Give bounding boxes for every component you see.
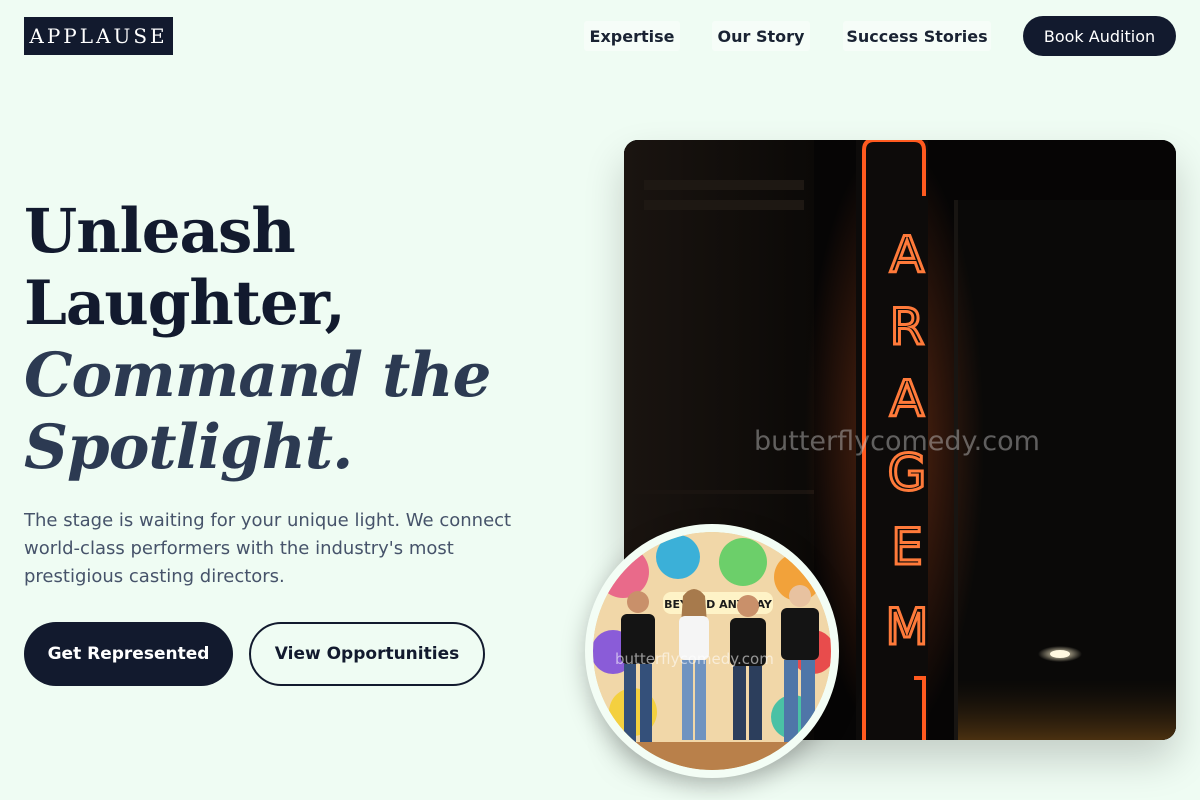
- brand-logo[interactable]: APPLAUSE: [24, 17, 173, 55]
- get-represented-button[interactable]: Get Represented: [24, 622, 233, 686]
- hero-title-line-3: Command the: [24, 340, 491, 411]
- team-photo-circle: BEYOND ANYWAY butterflycomedy.com: [585, 524, 839, 778]
- neon-letter: R: [890, 298, 925, 356]
- image-watermark: butterflycomedy.com: [754, 426, 1040, 457]
- view-opportunities-button[interactable]: View Opportunities: [249, 622, 485, 686]
- neon-letter: M: [885, 598, 928, 656]
- neon-letter: E: [891, 518, 923, 576]
- book-audition-button[interactable]: Book Audition: [1023, 16, 1176, 56]
- hero-title-line-4: Spotlight.: [24, 412, 353, 483]
- hero-title-line-1: Unleash: [24, 196, 296, 267]
- nav-our-story[interactable]: Our Story: [712, 21, 810, 51]
- hero-description: The stage is waiting for your unique lig…: [24, 510, 512, 587]
- nav-success-stories[interactable]: Success Stories: [843, 21, 991, 51]
- hero-title: Unleash Laughter, Command the Spotlight.: [24, 196, 584, 484]
- neon-letter: A: [890, 226, 924, 284]
- neon-letter: A: [890, 370, 924, 428]
- nav-expertise[interactable]: Expertise: [584, 21, 680, 51]
- stage-floor: [593, 742, 831, 770]
- team-photo-watermark: butterflycomedy.com: [615, 650, 774, 668]
- hero-title-line-2: Laughter,: [24, 268, 346, 339]
